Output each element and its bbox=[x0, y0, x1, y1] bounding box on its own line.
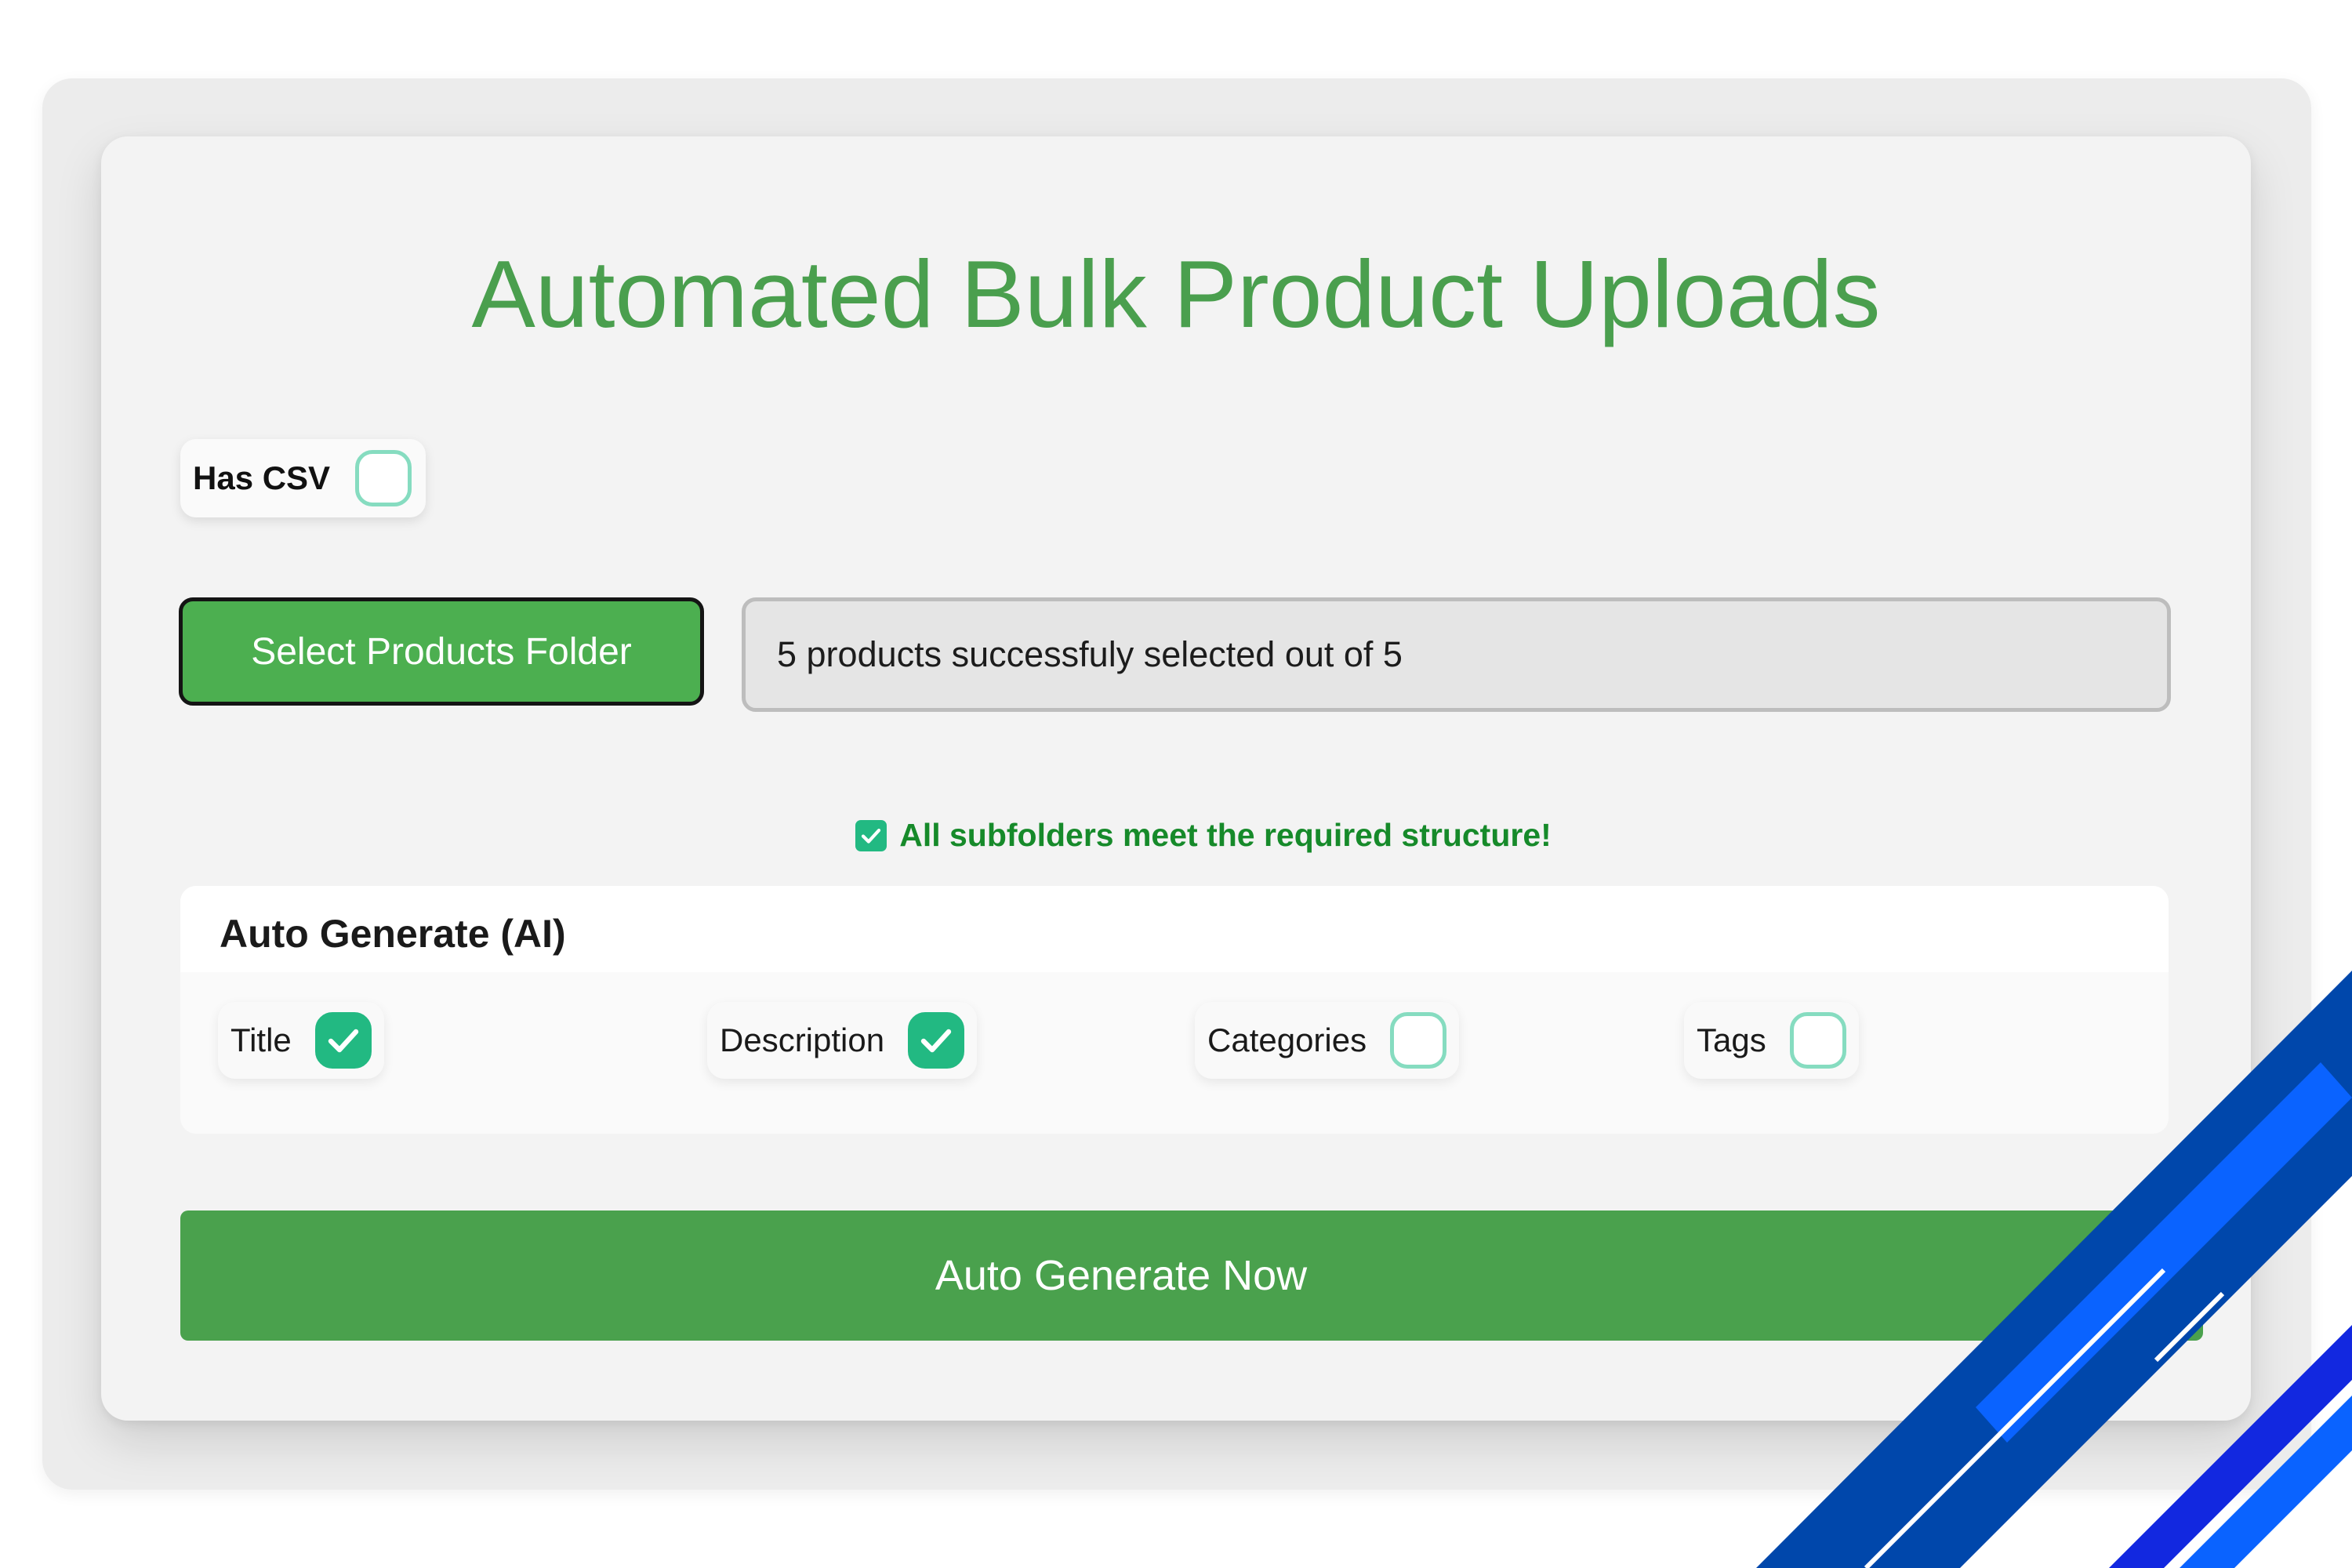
validation-text: All subfolders meet the required structu… bbox=[899, 817, 1552, 853]
option-title-label: Title bbox=[230, 1022, 292, 1058]
checkmark-icon bbox=[328, 1029, 358, 1053]
option-description[interactable]: Description bbox=[707, 1002, 978, 1079]
check-square-icon bbox=[855, 819, 887, 851]
option-categories-label: Categories bbox=[1207, 1022, 1367, 1058]
has-csv-label: Has CSV bbox=[193, 459, 331, 496]
auto-generate-now-button[interactable]: Auto Generate Now bbox=[180, 1210, 2203, 1341]
auto-generate-heading: Auto Generate (AI) bbox=[220, 912, 566, 956]
option-tags-label: Tags bbox=[1697, 1022, 1766, 1058]
option-description-label: Description bbox=[720, 1022, 885, 1058]
option-categories[interactable]: Categories bbox=[1195, 1002, 1460, 1079]
has-csv-toggle[interactable]: Has CSV bbox=[180, 439, 426, 517]
checkmark-icon bbox=[920, 1029, 952, 1053]
validation-message: All subfolders meet the required structu… bbox=[156, 817, 2251, 854]
option-title[interactable]: Title bbox=[218, 1002, 384, 1079]
auto-generate-panel: Auto Generate (AI) Title Description Cat… bbox=[180, 886, 2169, 1134]
option-title-checkbox[interactable] bbox=[314, 1012, 372, 1069]
screenshot-stage: Automated Bulk Product Uploads Has CSV S… bbox=[0, 0, 2352, 1568]
option-categories-checkbox[interactable] bbox=[1390, 1012, 1447, 1069]
selection-status-field: 5 products successfuly selected out of 5 bbox=[742, 597, 2171, 712]
page-title: Automated Bulk Product Uploads bbox=[471, 241, 1881, 347]
option-tags[interactable]: Tags bbox=[1684, 1002, 1859, 1079]
auto-generate-header: Auto Generate (AI) bbox=[180, 886, 2169, 972]
select-products-folder-button[interactable]: Select Products Folder bbox=[179, 597, 704, 706]
has-csv-checkbox[interactable] bbox=[355, 450, 412, 506]
option-description-checkbox[interactable] bbox=[908, 1012, 965, 1069]
upload-card: Automated Bulk Product Uploads Has CSV S… bbox=[101, 136, 2251, 1421]
selection-status-text: 5 products successfuly selected out of 5 bbox=[777, 634, 1403, 674]
option-tags-checkbox[interactable] bbox=[1789, 1012, 1846, 1069]
